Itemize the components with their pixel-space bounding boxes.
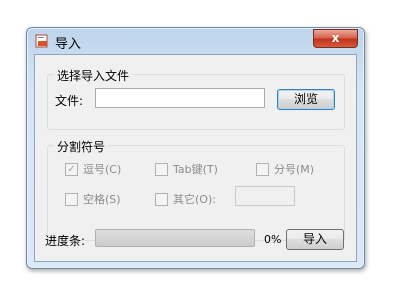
space-checkbox[interactable]: 空格(S) xyxy=(65,191,121,207)
close-icon: x xyxy=(331,31,340,45)
semicolon-label: 分号(M) xyxy=(274,163,315,176)
separator-group-title: 分割符号 xyxy=(54,138,109,155)
tab-checkbox[interactable]: Tab键(T) xyxy=(155,161,218,177)
tab-label: Tab键(T) xyxy=(173,163,218,176)
progress-percent: 0% xyxy=(264,233,282,246)
close-button[interactable]: x xyxy=(313,29,358,48)
import-button[interactable]: 导入 xyxy=(286,229,344,250)
window-title: 导入 xyxy=(55,37,82,52)
checkmark-icon: ✓ xyxy=(65,162,78,176)
file-group-title: 选择导入文件 xyxy=(54,67,133,84)
other-separator-input[interactable] xyxy=(235,186,295,206)
comma-label: 逗号(C) xyxy=(83,163,122,176)
progress-bar xyxy=(95,229,255,247)
import-dialog: 导入 x 选择导入文件 文件: 浏览 分割符号 ✓ 逗号(C) Tab键(T) … xyxy=(26,27,365,269)
progress-label: 进度条: xyxy=(45,234,86,248)
semicolon-checkbox[interactable]: 分号(M) xyxy=(256,161,314,177)
browse-button[interactable]: 浏览 xyxy=(277,89,335,110)
dialog-body: 选择导入文件 文件: 浏览 分割符号 ✓ 逗号(C) Tab键(T) 分号(M)… xyxy=(34,54,357,262)
title-bar[interactable]: 导入 x xyxy=(27,28,364,53)
comma-checkbox[interactable]: ✓ 逗号(C) xyxy=(65,161,121,177)
app-icon xyxy=(35,34,49,48)
file-label: 文件: xyxy=(55,94,84,108)
space-label: 空格(S) xyxy=(83,193,121,206)
file-path-input[interactable] xyxy=(95,88,265,108)
other-checkbox[interactable]: 其它(O): xyxy=(155,191,216,207)
other-label: 其它(O): xyxy=(173,193,216,206)
